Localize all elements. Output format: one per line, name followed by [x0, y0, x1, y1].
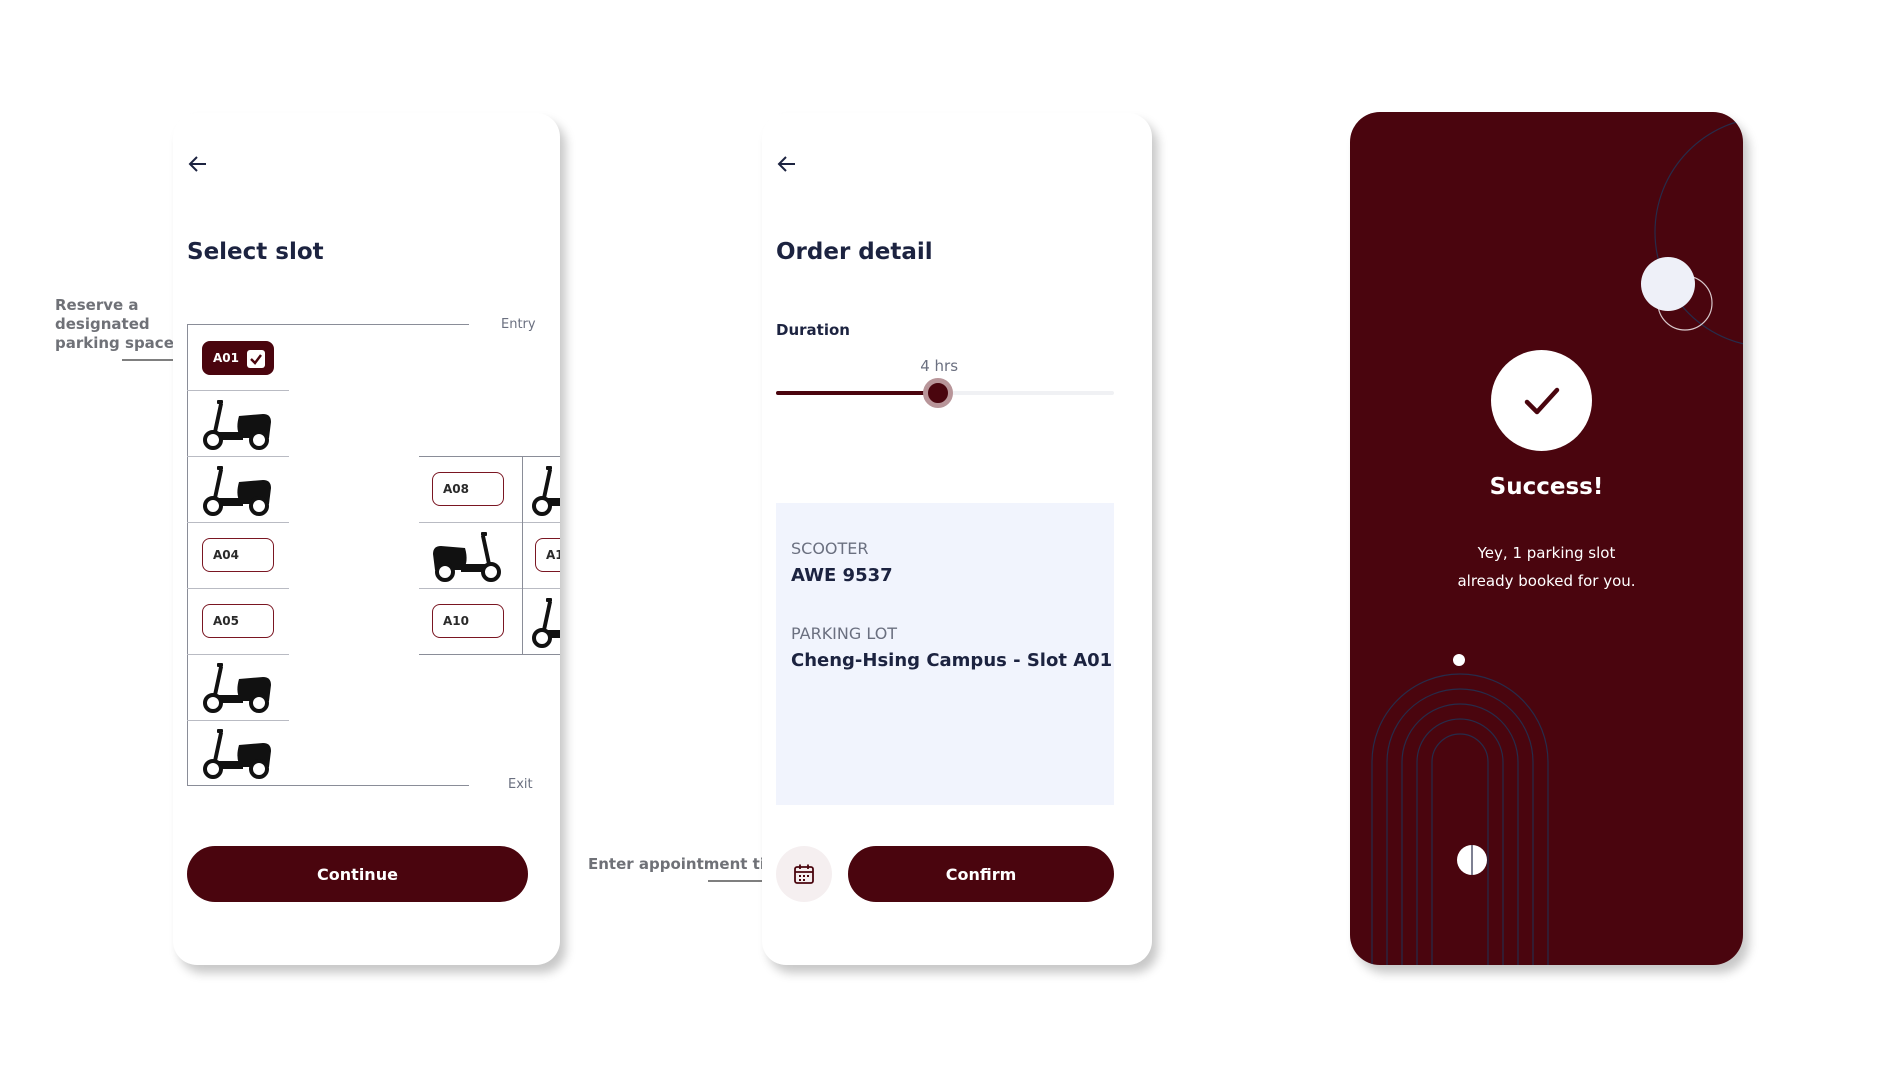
page-title: Order detail	[776, 239, 933, 265]
confirm-button[interactable]: Confirm	[848, 846, 1114, 902]
check-icon	[247, 350, 265, 368]
parking-lot-key: PARKING LOT	[791, 624, 898, 643]
slot-a05[interactable]: A05	[202, 604, 274, 638]
scooter-icon	[532, 466, 560, 516]
slot-label: A05	[213, 614, 239, 628]
row-separator	[419, 588, 560, 589]
arrow-left-icon[interactable]	[776, 153, 798, 175]
scooter-icon	[203, 729, 271, 779]
row-separator	[419, 522, 560, 523]
success-check-badge	[1491, 350, 1592, 451]
check-icon	[1524, 387, 1559, 414]
lot-top-line	[187, 324, 469, 325]
slot-label: A12	[546, 548, 560, 562]
reserve-annotation: Reserve a designated parking space.	[55, 296, 180, 353]
arrow-left-icon[interactable]	[187, 153, 209, 175]
column-separator	[522, 456, 523, 654]
duration-slider-fill	[776, 391, 939, 395]
slot-a01-selected[interactable]: A01	[202, 341, 274, 375]
success-message-line1: Yey, 1 parking slot	[1477, 544, 1616, 562]
row-separator	[187, 522, 289, 523]
duration-slider-thumb[interactable]	[923, 378, 954, 408]
scooter-icon	[203, 466, 271, 516]
success-message: Yey, 1 parking slot already booked for y…	[1350, 539, 1743, 595]
row-separator	[187, 588, 289, 589]
order-info-panel: SCOOTER AWE 9537 PARKING LOT Cheng-Hsing…	[776, 503, 1114, 805]
success-screen: Success! Yey, 1 parking slot already boo…	[1350, 112, 1743, 965]
row-separator	[419, 654, 560, 655]
page-title: Select slot	[187, 239, 324, 265]
calendar-icon	[794, 864, 814, 884]
slot-a12[interactable]: A12	[535, 538, 560, 572]
reserve-annotation-line1: Reserve a	[55, 296, 139, 314]
slot-a10[interactable]: A10	[432, 604, 504, 638]
exit-label: Exit	[508, 777, 533, 792]
duration-label: Duration	[776, 321, 850, 339]
slot-label: A01	[213, 351, 239, 365]
row-separator	[187, 654, 289, 655]
lot-left-line	[187, 324, 188, 786]
row-separator	[187, 456, 289, 457]
scooter-icon	[203, 400, 271, 450]
slot-a04[interactable]: A04	[202, 538, 274, 572]
continue-button[interactable]: Continue	[187, 846, 528, 902]
row-separator	[419, 456, 560, 457]
slot-label: A10	[443, 614, 469, 628]
duration-value: 4 hrs	[920, 357, 959, 375]
reserve-annotation-line2: designated	[55, 315, 150, 333]
scooter-icon	[433, 532, 501, 582]
success-message-line2: already booked for you.	[1457, 572, 1636, 590]
success-title: Success!	[1489, 474, 1604, 500]
scooter-value: AWE 9537	[791, 565, 893, 586]
order-detail-screen: Order detail Duration 4 hrs SCOOTER AWE …	[762, 113, 1152, 965]
parking-lot-value: Cheng-Hsing Campus - Slot A01	[791, 650, 1113, 671]
calendar-button[interactable]	[776, 846, 832, 902]
slot-a08[interactable]: A08	[432, 472, 504, 506]
select-slot-screen: Select slot Entry Exit A01 A04 A05 A08 A…	[173, 113, 560, 965]
row-separator	[187, 720, 289, 721]
scooter-key: SCOOTER	[791, 539, 869, 558]
scooter-icon	[532, 598, 560, 648]
entry-label: Entry	[501, 317, 536, 332]
row-separator	[187, 390, 289, 391]
lot-bottom-line	[187, 785, 469, 786]
slot-label: A04	[213, 548, 239, 562]
scooter-icon	[203, 663, 271, 713]
slot-label: A08	[443, 482, 469, 496]
